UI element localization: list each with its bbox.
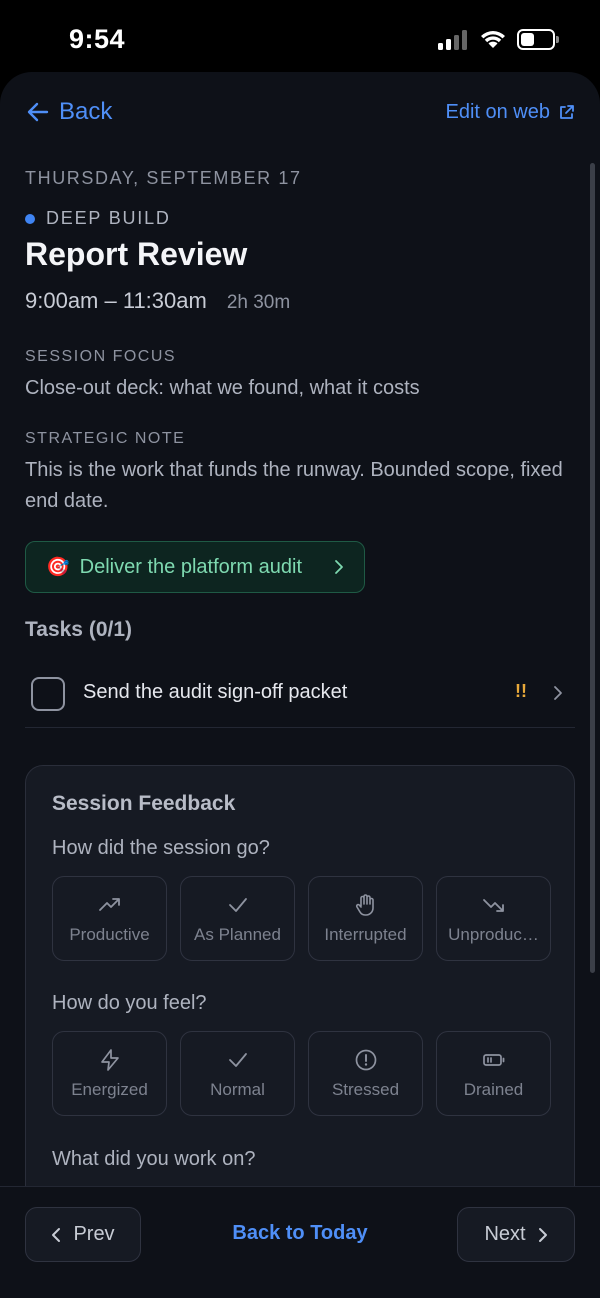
trending-up-icon [99,898,120,911]
focus-text: Close-out deck: what we found, what it c… [25,377,420,399]
session-category: DEEP BUILD [25,208,171,229]
edit-on-web-label: Edit on web [445,101,550,123]
duration: 2h 30m [226,292,291,313]
battery-icon [517,29,559,50]
work-question: What did you work on? [52,1148,256,1170]
option-label: Unproduc… [448,925,539,944]
dart-target-icon: 🎯 [46,557,70,578]
option-stressed[interactable]: Stressed [308,1031,423,1116]
task-label: Send the audit sign-off packet [83,681,348,703]
arrow-left-icon [27,102,49,122]
goal-label: Deliver the platform audit [79,555,302,578]
option-unproductive[interactable]: Unproduc… [436,876,551,961]
option-label: As Planned [194,925,281,944]
next-label: Next [484,1223,526,1245]
chevron-right-icon [335,560,343,574]
status-bar: 9:54 [0,0,600,72]
session-question: How did the session go? [52,837,270,859]
focus-label: SESSION FOCUS [25,348,177,365]
category-label: DEEP BUILD [46,208,171,228]
option-label: Stressed [331,1080,400,1099]
status-time: 9:54 [69,24,126,54]
hand-icon [355,894,374,916]
chevron-right-icon [538,1227,547,1242]
option-label: Energized [71,1080,148,1099]
option-energized[interactable]: Energized [52,1031,167,1116]
option-normal[interactable]: Normal [180,1031,295,1116]
note-text: This is the work that funds the runway. … [25,459,563,512]
priority-badge: !! [515,681,527,701]
check-icon [229,898,247,912]
option-label: Interrupted [324,925,407,944]
next-button[interactable]: Next [457,1207,575,1262]
lightning-icon [101,1049,119,1071]
check-icon [229,1053,247,1067]
trending-down-icon [483,899,504,912]
wifi-icon [481,31,505,48]
note-label: STRATEGIC NOTE [25,430,186,447]
scrollbar-thumb[interactable] [590,163,595,973]
bottom-navigation-bar: Prev Back to Today Next [0,1186,600,1298]
battery-low-icon [483,1054,505,1066]
time-range: 9:00am – 11:30am [25,288,207,313]
task-checkbox[interactable] [31,677,65,711]
session-title: Report Review [25,236,248,272]
task-row[interactable]: Send the audit sign-off packet !! [25,668,575,728]
option-label: Productive [69,925,150,944]
option-label: Drained [463,1080,524,1099]
back-button[interactable]: Back [27,98,112,126]
feel-question: How do you feel? [52,992,207,1014]
category-dot-icon [25,213,35,224]
option-interrupted[interactable]: Interrupted [308,876,423,961]
alert-circle-icon [355,1049,377,1071]
feedback-title: Session Feedback [52,792,236,815]
goal-chip[interactable]: 🎯 Deliver the platform audit [25,541,365,593]
option-label: Normal [210,1080,265,1099]
tasks-heading: Tasks (0/1) [25,618,132,641]
cellular-signal-icon [438,30,468,50]
session-date: THURSDAY, SEPTEMBER 17 [25,168,302,188]
back-label: Back [59,98,113,125]
edit-on-web-link[interactable]: Edit on web [445,101,575,124]
session-detail-sheet: Back Edit on web THURSDAY, SEPTEMBER 17 … [0,72,600,1298]
chevron-right-icon [554,686,562,700]
option-as-planned[interactable]: As Planned [180,876,295,961]
session-time: 9:00am – 11:30am 2h 30m [25,288,290,314]
external-link-icon [560,105,574,119]
option-drained[interactable]: Drained [436,1031,551,1116]
option-productive[interactable]: Productive [52,876,167,961]
